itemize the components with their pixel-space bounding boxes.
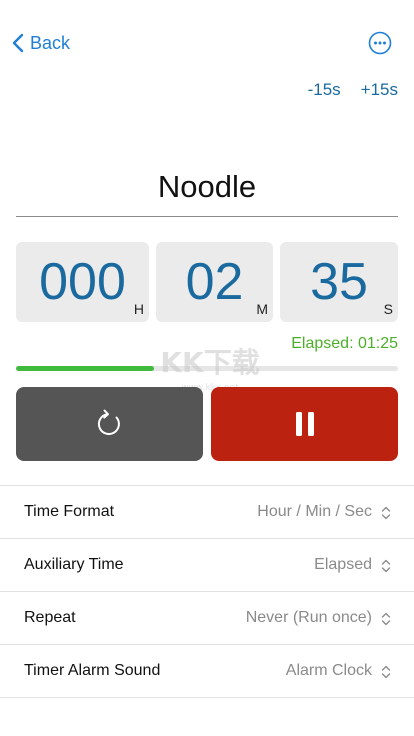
- elapsed-label: Elapsed: 01:25: [291, 335, 398, 352]
- back-button[interactable]: Back: [12, 28, 70, 58]
- more-circle-icon[interactable]: [368, 31, 392, 55]
- timer-screen: Back -15s +15s Noodle 000 H 02 M 35 S El…: [0, 0, 414, 736]
- setting-value: Hour / Min / Sec: [257, 503, 372, 520]
- seconds-unit: S: [383, 301, 393, 317]
- setting-label: Auxiliary Time: [24, 556, 124, 573]
- restart-icon: [97, 409, 120, 435]
- timer-name[interactable]: Noodle: [16, 167, 398, 207]
- setting-auxiliary-time[interactable]: Auxiliary Time Elapsed: [0, 538, 414, 591]
- setting-timer-alarm-sound[interactable]: Timer Alarm Sound Alarm Clock: [0, 644, 414, 698]
- svg-text:KK下载: KK下载: [160, 346, 259, 379]
- setting-label: Timer Alarm Sound: [24, 662, 161, 679]
- progress-track: [16, 366, 398, 371]
- setting-label: Repeat: [24, 609, 76, 626]
- minus-15s-button[interactable]: -15s: [308, 80, 341, 100]
- setting-label: Time Format: [24, 503, 115, 520]
- reset-button[interactable]: [16, 387, 203, 461]
- setting-time-format[interactable]: Time Format Hour / Min / Sec: [0, 485, 414, 538]
- chevron-up-down-icon: [381, 665, 391, 679]
- setting-value: Never (Run once): [245, 609, 372, 626]
- timer-name-underline: [16, 216, 398, 217]
- progress-fill: [16, 366, 154, 371]
- pause-button[interactable]: [211, 387, 398, 461]
- minutes-box: 02 M: [156, 242, 273, 322]
- chevron-up-down-icon: [381, 612, 391, 626]
- setting-value: Elapsed: [314, 556, 372, 573]
- settings-list: Time Format Hour / Min / Sec Auxiliary T…: [0, 485, 414, 698]
- minutes-unit: M: [256, 301, 268, 317]
- seconds-box: 35 S: [280, 242, 398, 322]
- chevron-left-icon: [12, 33, 24, 53]
- hours-box: 000 H: [16, 242, 149, 322]
- back-label: Back: [30, 32, 71, 53]
- adjust-controls: -15s +15s: [308, 80, 398, 100]
- plus-15s-button[interactable]: +15s: [361, 80, 398, 100]
- pause-icon: [295, 412, 314, 436]
- setting-value: Alarm Clock: [285, 662, 372, 679]
- nav-bar: Back: [0, 28, 414, 58]
- hours-unit: H: [133, 301, 144, 317]
- hours-value: 000: [39, 253, 126, 311]
- seconds-value: 35: [310, 253, 368, 311]
- chevron-up-down-icon: [381, 559, 391, 573]
- chevron-up-down-icon: [381, 506, 391, 520]
- setting-repeat[interactable]: Repeat Never (Run once): [0, 591, 414, 644]
